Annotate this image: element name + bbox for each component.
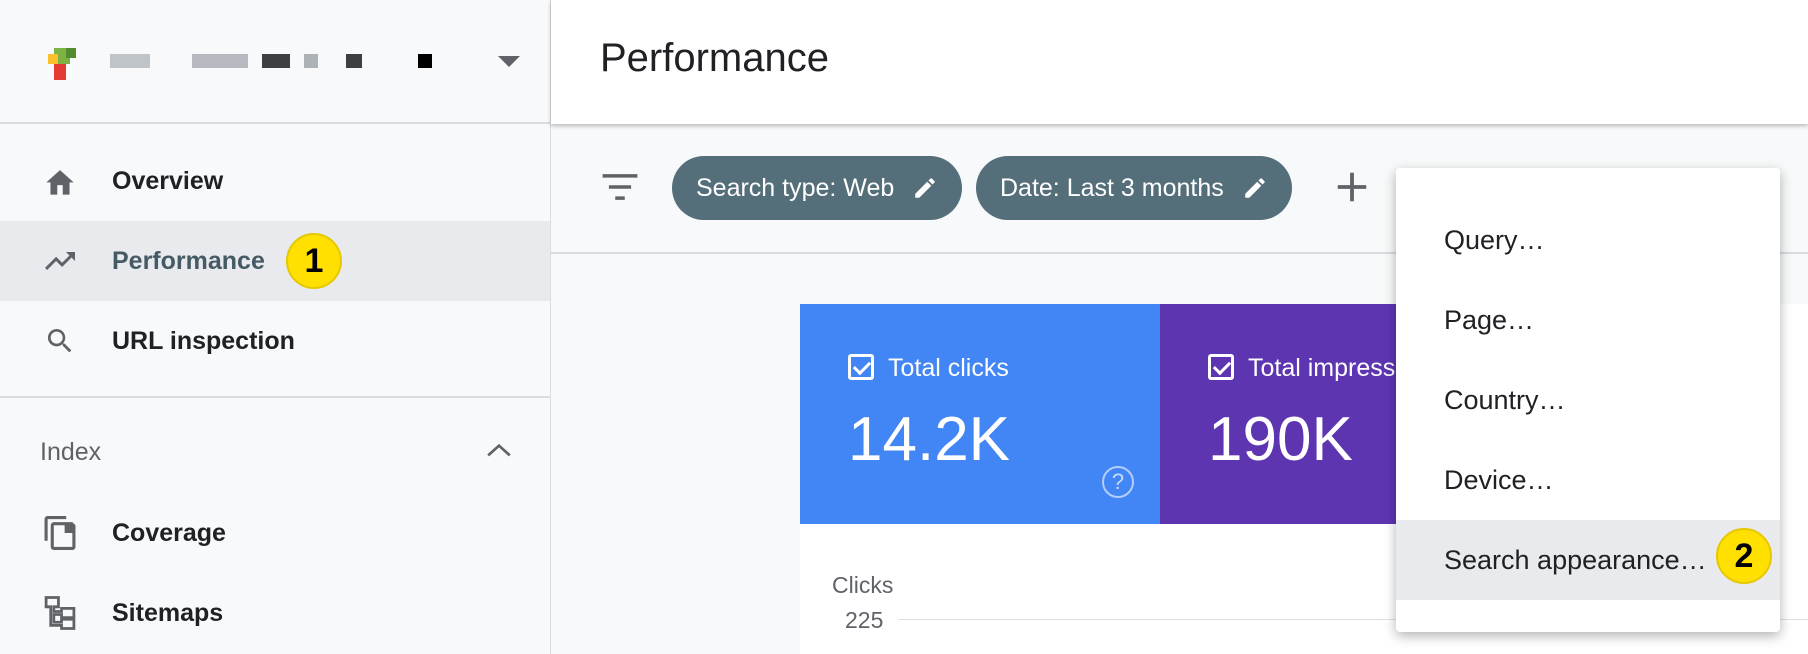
sidebar-item-label: Coverage: [112, 518, 226, 547]
checkbox-checked-icon[interactable]: [848, 354, 874, 380]
property-logo: [48, 48, 76, 80]
chip-label: Search type: Web: [696, 173, 895, 202]
sidebar-item-url-inspection[interactable]: URL inspection: [0, 301, 550, 381]
sidebar-item-label: Performance: [112, 246, 265, 275]
metric-value: 14.2K: [848, 405, 1011, 474]
page-title: Performance: [600, 36, 829, 80]
search-icon: [40, 321, 80, 361]
filter-chip-date[interactable]: Date: Last 3 months: [976, 156, 1292, 220]
sidebar-item-sitemaps[interactable]: Sitemaps: [0, 573, 550, 653]
property-name-redacted: [110, 54, 150, 68]
sidebar-item-coverage[interactable]: Coverage: [0, 493, 550, 573]
menu-item-label: Search appearance…: [1444, 544, 1707, 575]
property-name-redacted: [262, 54, 290, 68]
sidebar-item-label: Sitemaps: [112, 598, 224, 627]
property-name-redacted: [192, 54, 248, 68]
property-name-redacted: [418, 54, 432, 68]
sidebar: Overview Performance 1 URL inspection In…: [0, 0, 551, 654]
edit-icon[interactable]: [1242, 175, 1268, 201]
property-name-redacted: [304, 54, 318, 68]
menu-item-query[interactable]: Query…: [1396, 200, 1780, 280]
sidebar-item-performance[interactable]: Performance 1: [0, 221, 550, 301]
chip-label: Date: Last 3 months: [1000, 173, 1224, 202]
sitemap-icon: [40, 593, 80, 633]
caret-down-icon[interactable]: [498, 56, 520, 67]
add-filter-icon[interactable]: [1333, 168, 1371, 206]
section-header-index[interactable]: Index: [40, 438, 101, 467]
metric-label: Total impress: [1248, 354, 1396, 382]
sidebar-item-label: URL inspection: [112, 326, 295, 355]
edit-icon[interactable]: [912, 175, 938, 201]
chevron-up-icon[interactable]: [486, 442, 512, 458]
annotation-badge-1: 1: [286, 233, 342, 289]
sidebar-item-overview[interactable]: Overview: [0, 141, 550, 221]
page-header: Performance: [551, 0, 1808, 124]
help-icon[interactable]: ?: [1102, 466, 1134, 498]
sidebar-divider: [0, 396, 550, 398]
menu-item-page[interactable]: Page…: [1396, 280, 1780, 360]
property-name-redacted: [346, 54, 362, 68]
chart-y-tick: 225: [845, 607, 884, 633]
filter-chip-search-type[interactable]: Search type: Web: [672, 156, 963, 220]
home-icon: [40, 161, 80, 201]
trending-up-icon: [40, 241, 80, 281]
menu-item-country[interactable]: Country…: [1396, 360, 1780, 440]
metric-label: Total clicks: [888, 354, 1009, 382]
chart-y-axis-label: Clicks: [832, 572, 894, 598]
metric-value: 190K: [1208, 405, 1353, 474]
annotation-badge-2: 2: [1716, 528, 1772, 584]
sidebar-item-label: Overview: [112, 166, 224, 195]
property-selector[interactable]: [0, 0, 550, 124]
filter-icon[interactable]: [601, 172, 639, 202]
coverage-icon: [40, 513, 80, 553]
app-root: Overview Performance 1 URL inspection In…: [0, 0, 1808, 654]
metric-card-total-clicks[interactable]: Total clicks 14.2K ?: [800, 304, 1160, 524]
menu-item-device[interactable]: Device…: [1396, 440, 1780, 520]
checkbox-checked-icon[interactable]: [1208, 354, 1234, 380]
